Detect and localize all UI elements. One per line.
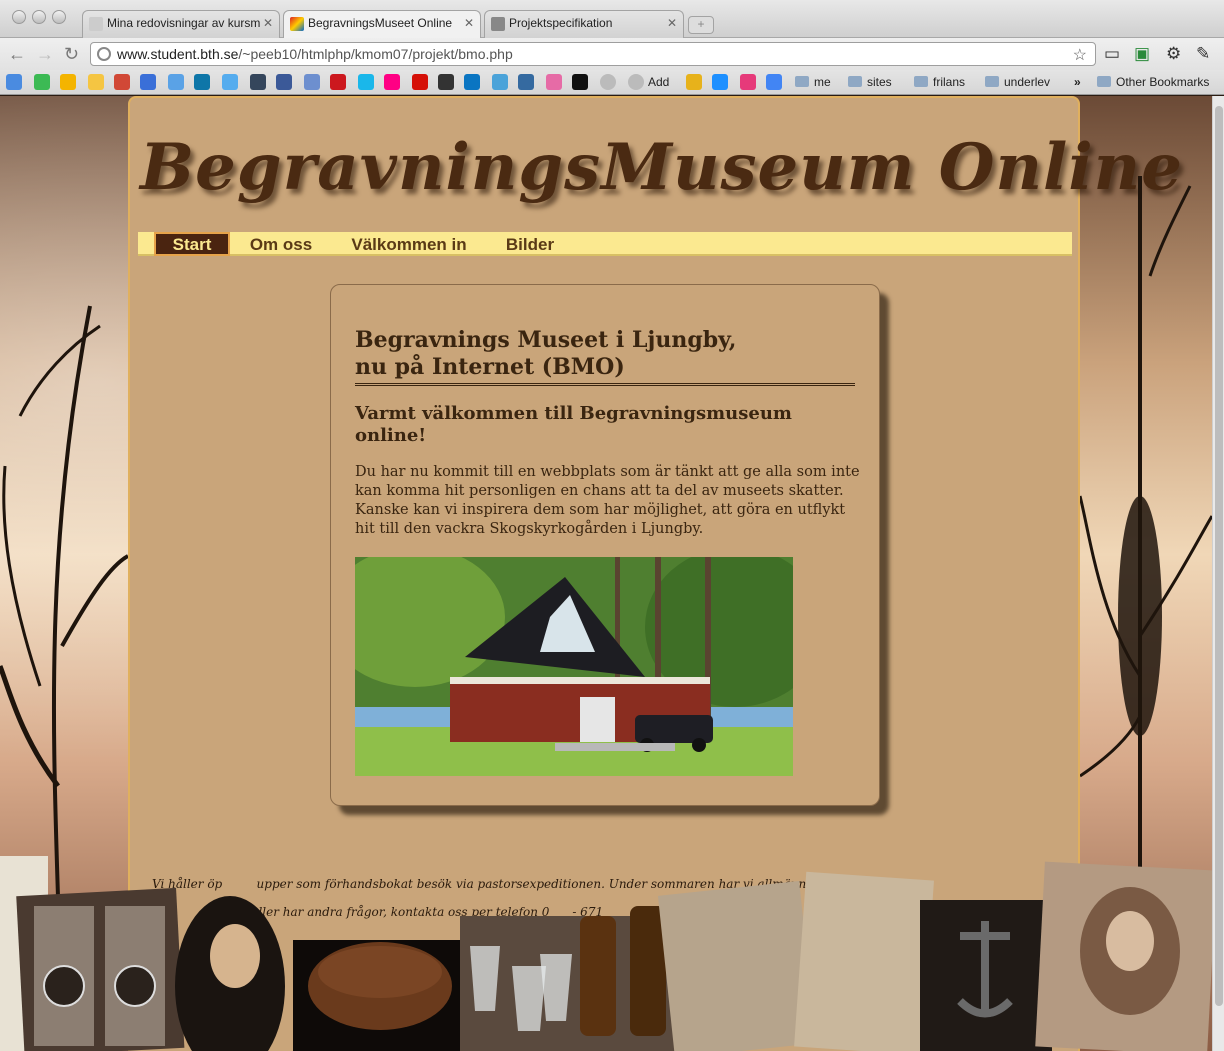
extension-icon[interactable]: ▣	[1134, 44, 1150, 64]
folder-icon	[1097, 76, 1111, 87]
folder-label: underlev	[1004, 75, 1051, 89]
folder-label: me	[814, 75, 831, 89]
bookmark-folder-underlev[interactable]: underlev	[985, 75, 1050, 89]
bookmarks-overflow-button[interactable]: »	[1074, 75, 1081, 89]
page-favicon-icon	[491, 17, 505, 31]
vertical-scrollbar[interactable]	[1212, 96, 1224, 1051]
close-tab-icon[interactable]: ✕	[464, 16, 474, 30]
drupal-bookmark-icon[interactable]	[464, 74, 480, 90]
content-box: Begravnings Museet i Ljungby, nu på Inte…	[330, 284, 880, 806]
settings-gear-icon[interactable]: ⚙	[1166, 44, 1181, 64]
zoom-window-button[interactable]	[52, 10, 66, 24]
page-heading-line1: Begravnings Museet i Ljungby,	[355, 327, 737, 353]
bookmark-folder-sites[interactable]: sites	[848, 75, 892, 89]
bookmark-icon[interactable]	[492, 74, 508, 90]
reload-icon[interactable]: ↻	[64, 44, 79, 65]
youtube-bookmark-icon[interactable]	[330, 74, 346, 90]
intro-paragraph: Du har nu kommit till en webbplats som ä…	[355, 464, 860, 537]
gmail-bookmark-icon[interactable]	[114, 74, 130, 90]
bookmark-icon[interactable]	[304, 74, 320, 90]
site-favicon-icon	[290, 17, 304, 31]
folder-label: Other Bookmarks	[1116, 75, 1210, 89]
star-bookmark-icon[interactable]	[88, 74, 104, 90]
folder-label: frilans	[933, 75, 966, 89]
tumblr-bookmark-icon[interactable]	[250, 74, 266, 90]
close-tab-icon[interactable]: ✕	[667, 16, 677, 30]
back-arrow-icon[interactable]: ←	[8, 44, 26, 65]
flickr-bookmark-icon[interactable]	[384, 74, 400, 90]
bookmark-icon[interactable]	[712, 74, 728, 90]
add-bookmark-link[interactable]: Add	[648, 75, 669, 89]
google-bookmark-icon[interactable]	[6, 74, 22, 90]
menu-item-valkommen-in[interactable]: Välkommen in	[344, 232, 474, 256]
window-icon[interactable]: ▭	[1104, 44, 1120, 64]
page-heading: Begravnings Museet i Ljungby, nu på Inte…	[355, 327, 855, 386]
skull-favicon-icon	[89, 17, 103, 31]
google-bookmark-icon[interactable]	[34, 74, 50, 90]
bookmarks-bar: Add me sites frilans underlev » Other Bo…	[0, 70, 1224, 95]
digg-bookmark-icon[interactable]	[518, 74, 534, 90]
address-bar[interactable]: www.student.bth.se/~peeb10/htmlphp/kmom0…	[90, 42, 1096, 66]
menu-item-start[interactable]: Start	[154, 232, 230, 256]
globe-bookmark-icon	[628, 74, 644, 90]
folder-icon	[795, 76, 809, 87]
other-bookmarks-folder[interactable]: Other Bookmarks	[1097, 75, 1209, 89]
folder-icon	[985, 76, 999, 87]
dropbox-bookmark-icon[interactable]	[168, 74, 184, 90]
google-bookmark-icon[interactable]	[766, 74, 782, 90]
page-heading-line2: nu på Internet (BMO)	[355, 354, 625, 380]
bookmark-folder-frilans[interactable]: frilans	[914, 75, 965, 89]
bookmark-star-icon[interactable]: ☆	[1073, 45, 1087, 65]
bookmark-icon[interactable]	[546, 74, 562, 90]
close-window-button[interactable]	[12, 10, 26, 24]
minimize-window-button[interactable]	[32, 10, 46, 24]
url-host: www.student.bth.se	[117, 46, 239, 62]
scrollbar-thumb[interactable]	[1215, 106, 1223, 1006]
new-tab-button[interactable]: +	[688, 16, 714, 34]
heart-bookmark-icon[interactable]	[740, 74, 756, 90]
lastfm-bookmark-icon[interactable]	[412, 74, 428, 90]
folder-label: sites	[867, 75, 892, 89]
github-bookmark-icon[interactable]	[438, 74, 454, 90]
tab-projektspecifikation[interactable]: Projektspecifikation ✕	[484, 10, 684, 38]
page-viewport: BegravningsMuseum Online Start Om oss Vä…	[0, 96, 1212, 1051]
tab-bar: Mina redovisningar av kursm ✕ Begravning…	[0, 0, 1224, 39]
vimeo-bookmark-icon[interactable]	[358, 74, 374, 90]
docs-bookmark-icon[interactable]	[140, 74, 156, 90]
globe-bookmark-icon[interactable]	[600, 74, 616, 90]
bookmark-icon[interactable]	[686, 74, 702, 90]
tab-begravningsmuseet[interactable]: BegravningsMuseet Online ✕	[283, 10, 481, 39]
folder-icon	[914, 76, 928, 87]
tab-title: Mina redovisningar av kursm	[107, 16, 261, 30]
museum-building-photo	[355, 557, 793, 776]
wrench-icon[interactable]: ✎	[1196, 44, 1210, 64]
forward-arrow-icon[interactable]: →	[36, 44, 54, 65]
bookmark-folder-me[interactable]: me	[795, 75, 831, 89]
linkedin-bookmark-icon[interactable]	[194, 74, 210, 90]
main-menu: Start Om oss Välkommen in Bilder	[138, 232, 1072, 256]
url-path: /~peeb10/htmlphp/kmom07/projekt/bmo.php	[238, 46, 513, 62]
google-bookmark-icon[interactable]	[60, 74, 76, 90]
tab-title: Projektspecifikation	[509, 16, 613, 30]
site-title: BegravningsMuseum Online	[140, 130, 1183, 205]
facebook-bookmark-icon[interactable]	[276, 74, 292, 90]
tab-title: BegravningsMuseet Online	[308, 16, 453, 30]
twitter-bookmark-icon[interactable]	[222, 74, 238, 90]
browser-toolbar: ← → ↻ www.student.bth.se/~peeb10/htmlphp…	[0, 38, 1224, 70]
globe-icon	[97, 47, 111, 61]
tab-redovisningar[interactable]: Mina redovisningar av kursm ✕	[82, 10, 280, 38]
welcome-subheading: Varmt välkommen till Begravningsmuseum o…	[355, 403, 792, 446]
menu-item-om-oss[interactable]: Om oss	[246, 232, 316, 256]
folder-icon	[848, 76, 862, 87]
museum-objects-collage	[0, 856, 1212, 1051]
menu-item-bilder[interactable]: Bilder	[500, 232, 560, 256]
delicious-bookmark-icon[interactable]	[572, 74, 588, 90]
close-tab-icon[interactable]: ✕	[263, 16, 273, 30]
